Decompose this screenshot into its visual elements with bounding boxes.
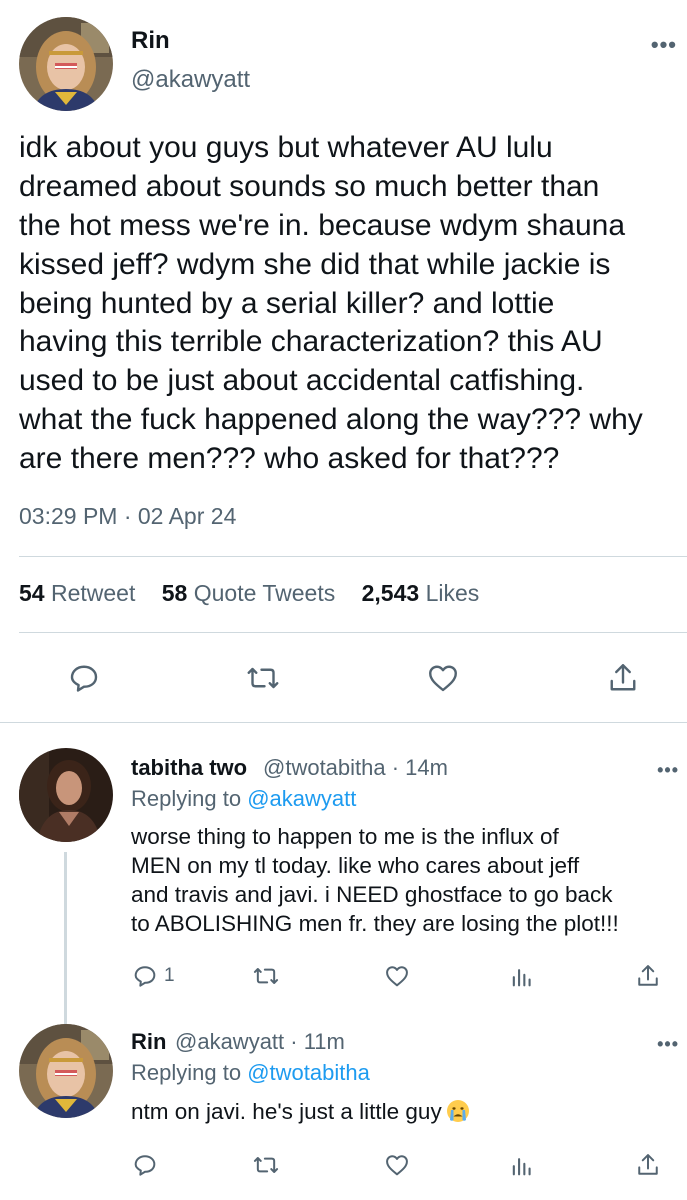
tweet-text: idk about you guys but whatever AU lulu … — [19, 129, 687, 479]
avatar-image — [19, 17, 113, 111]
timestamp[interactable]: 03:29 PM · 02 Apr 24 — [19, 503, 236, 530]
replying-to: Replying to @akawyatt — [131, 786, 356, 812]
share-icon[interactable] — [634, 962, 662, 990]
reply-text-line: and travis and javi. i NEED ghostface to… — [131, 882, 613, 907]
tweet-text-line: what the fuck happened along the way??? … — [19, 403, 643, 437]
reply-text-line: ntm on javi. he's just a little guy — [131, 1099, 442, 1124]
retweet-icon[interactable] — [245, 660, 281, 696]
replying-to-label: Replying to — [131, 1060, 242, 1085]
likes-stat[interactable]: 2,543 Likes — [362, 580, 480, 606]
reply-icon[interactable] — [131, 1151, 159, 1179]
views-icon[interactable] — [508, 962, 536, 990]
reply-text-line: to ABOLISHING men fr. they are losing th… — [131, 911, 619, 936]
reply-icon[interactable] — [66, 660, 102, 696]
more-icon[interactable]: ••• — [657, 1035, 679, 1053]
likes-label: Likes — [425, 580, 480, 606]
more-icon[interactable]: ••• — [651, 34, 677, 56]
reply-text: worse thing to happen to me is the influ… — [131, 822, 619, 938]
mention-link[interactable]: @twotabitha — [247, 1060, 370, 1085]
tweet-stats: 54 Retweet 58 Quote Tweets 2,543 Likes — [19, 580, 499, 607]
thread-line — [64, 852, 67, 1024]
retweet-icon[interactable] — [252, 962, 280, 990]
like-icon[interactable] — [383, 962, 411, 990]
reply-icon[interactable] — [131, 962, 159, 990]
retweet-icon[interactable] — [252, 1151, 280, 1179]
handle-and-time[interactable]: @twotabitha · 14m — [263, 755, 448, 781]
divider — [19, 556, 687, 557]
display-name[interactable]: Rin — [131, 1029, 166, 1055]
display-name[interactable]: tabitha two — [131, 755, 247, 781]
likes-count: 2,543 — [361, 580, 420, 606]
like-icon[interactable] — [383, 1151, 411, 1179]
tweet-text-line: used to be just about accidental catfish… — [19, 364, 585, 398]
quotes-stat[interactable]: 58 Quote Tweets — [162, 580, 335, 606]
divider — [19, 632, 687, 633]
more-icon[interactable]: ••• — [657, 761, 679, 779]
user-handle[interactable]: @akawyatt — [131, 66, 250, 94]
reply-text-line: MEN on my tl today. like who cares about… — [131, 853, 580, 878]
main-tweet: Rin @akawyatt ••• idk about you guys but… — [0, 0, 687, 722]
avatar[interactable] — [19, 17, 113, 111]
avatar-image — [19, 1024, 113, 1118]
retweets-stat[interactable]: 54 Retweet — [19, 580, 135, 606]
quotes-count: 58 — [161, 580, 188, 606]
tweet-text-line: are there men??? who asked for that??? — [19, 442, 560, 476]
reply-count: 1 — [164, 965, 175, 986]
tweet-text-line: dreamed about sounds so much better than — [19, 169, 600, 203]
handle-and-time[interactable]: @akawyatt · 11m — [175, 1029, 345, 1055]
views-icon[interactable] — [508, 1151, 536, 1179]
replying-to-label: Replying to — [131, 786, 242, 811]
replying-to: Replying to @twotabitha — [131, 1060, 370, 1086]
avatar-image — [19, 748, 113, 842]
share-icon[interactable] — [634, 1151, 662, 1179]
reply-text-line: worse thing to happen to me is the influ… — [131, 824, 559, 849]
mention-link[interactable]: @akawyatt — [247, 786, 356, 811]
like-icon[interactable] — [425, 660, 461, 696]
share-icon[interactable] — [605, 660, 641, 696]
tweet-text-line: idk about you guys but whatever AU lulu — [19, 131, 553, 164]
display-name[interactable]: Rin — [131, 27, 170, 55]
avatar[interactable] — [19, 1024, 113, 1118]
crying-face-emoji — [446, 1100, 469, 1122]
tweet-text-line: kissed jeff? wdym she did that while jac… — [19, 247, 611, 281]
quotes-label: Quote Tweets — [193, 580, 336, 606]
tweet-text-line: having this terrible characterization? t… — [19, 325, 603, 359]
separator — [0, 722, 687, 723]
reply-text: ntm on javi. he's just a little guy — [131, 1097, 470, 1126]
retweets-label: Retweet — [50, 580, 136, 606]
tweet-text-line: the hot mess we're in. because wdym shau… — [19, 208, 626, 242]
avatar[interactable] — [19, 748, 113, 842]
tweet-text-line: being hunted by a serial killer? and lot… — [19, 286, 555, 320]
retweets-count: 54 — [19, 580, 45, 606]
